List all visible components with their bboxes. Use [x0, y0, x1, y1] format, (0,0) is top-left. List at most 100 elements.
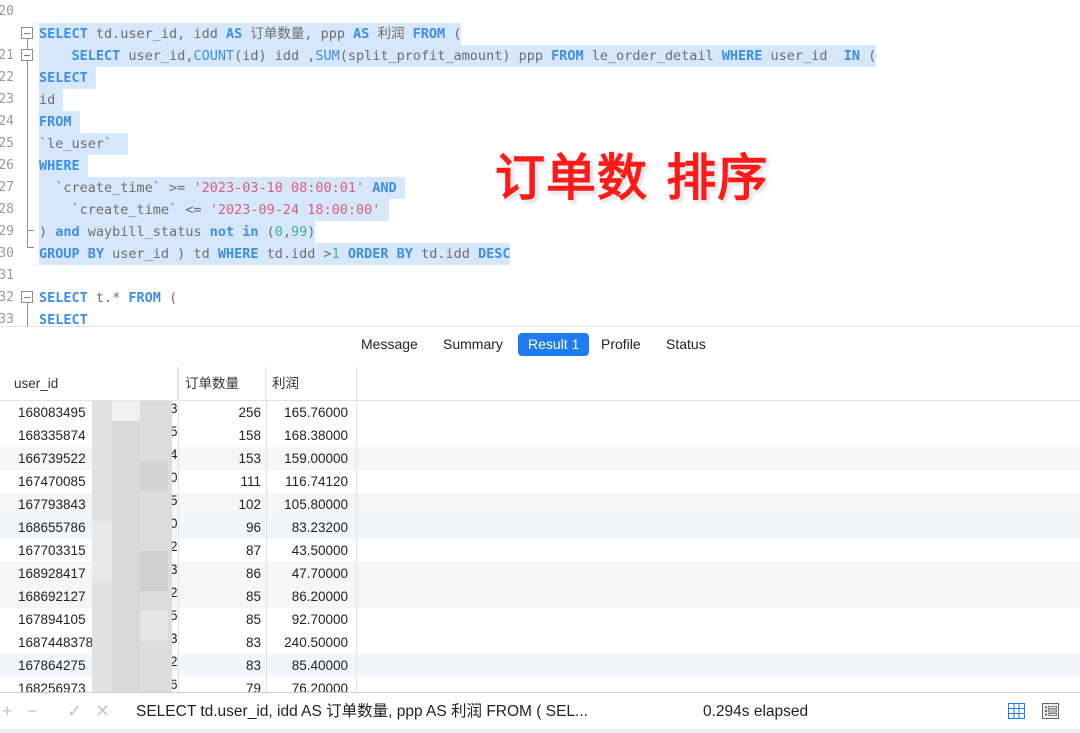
annotation-overlay-text: 订单数 排序 — [495, 149, 769, 207]
discard-changes-button[interactable]: ✕ — [95, 701, 110, 721]
code-token: ) — [39, 224, 56, 240]
cell-profit[interactable]: 116.74120 — [266, 470, 357, 493]
code-token: td.user_id, idd — [87, 26, 226, 42]
grid-view-icon[interactable] — [1008, 703, 1025, 719]
cell-order-count[interactable]: 83 — [178, 654, 266, 677]
tab-result-1[interactable]: Result 1 — [518, 333, 590, 356]
keyword: GROUP BY — [39, 246, 105, 262]
code-text: SELECT — [39, 67, 96, 89]
cell-order-count[interactable]: 83 — [178, 631, 266, 654]
cell-order-count[interactable]: 102 — [178, 493, 266, 516]
keyword: IN — [843, 48, 860, 64]
keyword: SELECT — [39, 312, 88, 326]
fold-toggle-icon[interactable] — [21, 49, 33, 61]
cell-order-count[interactable]: 85 — [178, 585, 266, 608]
code-text: `create_time` <= '2023-09-24 18:00:00' — [39, 199, 389, 221]
string-literal: '2023-09-24 18:00:00' — [209, 202, 381, 218]
code-token: `create_time` >= — [39, 180, 194, 196]
tab-message[interactable]: Message — [351, 333, 428, 356]
cell-profit[interactable]: 105.80000 — [266, 493, 357, 516]
cell-profit[interactable]: 168.38000 — [266, 424, 357, 447]
keyword: WHERE — [217, 246, 259, 262]
cell-order-count[interactable]: 256 — [178, 401, 266, 424]
cell-order-count[interactable]: 85 — [178, 608, 266, 631]
privacy-mosaic — [92, 401, 172, 692]
keyword: not in — [209, 224, 259, 240]
cell-profit[interactable]: 92.70000 — [266, 608, 357, 631]
code-line-21: 21 SELECT td.user_id, idd AS 订单数量, ppp A… — [0, 23, 1080, 63]
result-tab-bar: Message Summary Result 1 Profile Status — [0, 326, 1080, 368]
cell-profit[interactable]: 240.50000 — [266, 631, 357, 654]
keyword: SELECT — [71, 48, 121, 64]
apply-changes-button[interactable]: ✓ — [67, 701, 82, 721]
function-name: SUM — [315, 48, 340, 64]
code-token: td.idd > — [258, 246, 332, 262]
keyword: and — [55, 224, 80, 240]
keyword: FROM — [39, 114, 72, 130]
cell-profit[interactable]: 159.00000 — [266, 447, 357, 470]
fold-toggle-icon[interactable] — [21, 291, 33, 303]
code-token: , — [282, 224, 292, 240]
code-token: (id) idd , — [234, 48, 316, 64]
cell-order-count[interactable]: 96 — [178, 516, 266, 539]
code-line-30: 30 ) and waybill_status not in (0,99) — [0, 221, 1080, 261]
cell-profit[interactable]: 76.20000 — [266, 677, 357, 692]
code-text: `create_time` >= '2023-03-10 08:00:01' A… — [39, 177, 405, 199]
tab-summary[interactable]: Summary — [433, 333, 513, 356]
status-bar: + − ✓ ✕ SELECT td.user_id, idd AS 订单数量, … — [0, 692, 1080, 731]
cell-order-count[interactable]: 87 — [178, 539, 266, 562]
result-grid: user_id 订单数量 利润 168083495 3 256 165.76000 16… — [0, 367, 1080, 692]
code-token: user_id ) td — [104, 246, 218, 262]
cell-profit[interactable]: 85.40000 — [266, 654, 357, 677]
code-line-20: 20 — [0, 1, 1080, 23]
code-token: ( — [445, 26, 462, 42]
fold-toggle-icon[interactable] — [21, 27, 33, 39]
code-token: `create_time` <= — [39, 202, 210, 218]
column-header-profit[interactable]: 利润 — [266, 367, 357, 400]
cell-order-count[interactable]: 158 — [178, 424, 266, 447]
number-literal: 99 — [291, 224, 308, 240]
cell-order-count[interactable]: 86 — [178, 562, 266, 585]
tab-profile[interactable]: Profile — [591, 333, 651, 356]
code-token: 利润 — [369, 26, 413, 42]
code-line-34: 34 SELECT — [0, 309, 1080, 326]
keyword: SELECT — [39, 290, 88, 306]
code-line-22: 22 SELECT user_id,COUNT(id) idd ,SUM(spl… — [0, 45, 1080, 85]
code-line-31: 31 GROUP BY user_id ) td WHERE td.idd >1… — [0, 243, 1080, 283]
add-row-button[interactable]: + — [2, 701, 13, 721]
code-token: t.* — [87, 290, 129, 306]
code-text: `le_user` — [39, 133, 129, 155]
cell-profit[interactable]: 86.20000 — [266, 585, 357, 608]
cell-order-count[interactable]: 79 — [178, 677, 266, 692]
code-text: SELECT user_id,COUNT(id) idd ,SUM(split_… — [39, 45, 877, 67]
code-text: GROUP BY user_id ) td WHERE td.idd >1 OR… — [39, 243, 511, 265]
code-token: user_id, — [120, 48, 194, 64]
cell-profit[interactable]: 83.23200 — [266, 516, 357, 539]
grid-header: user_id 订单数量 利润 — [0, 367, 1080, 401]
code-line-25: 25 FROM — [0, 111, 1080, 151]
tab-status[interactable]: Status — [656, 333, 716, 356]
code-text: id — [39, 89, 64, 111]
sql-editor[interactable]: 20 21 SELECT td.user_id, idd AS 订单数量, pp… — [0, 0, 1080, 326]
cell-order-count[interactable]: 111 — [178, 470, 266, 493]
code-token: ) — [307, 224, 316, 240]
cell-profit[interactable]: 165.76000 — [266, 401, 357, 424]
cell-order-count[interactable]: 153 — [178, 447, 266, 470]
code-token: user_id — [762, 48, 844, 64]
executed-sql-text: SELECT td.user_id, idd AS 订单数量, ppp AS 利… — [136, 703, 588, 720]
keyword: SELECT — [39, 70, 88, 86]
column-header-order-count[interactable]: 订单数量 — [178, 367, 266, 400]
code-line-24: 24 id — [0, 89, 1080, 129]
keyword: DESC — [477, 246, 511, 262]
keyword: FROM — [128, 290, 161, 306]
cell-profit[interactable]: 43.50000 — [266, 539, 357, 562]
keyword: WHERE — [721, 48, 763, 64]
column-header-user-id[interactable]: user_id — [8, 367, 178, 400]
form-view-icon[interactable] — [1042, 703, 1059, 719]
code-token: ( — [859, 48, 877, 64]
delete-row-button[interactable]: − — [27, 701, 38, 721]
cell-profit[interactable]: 47.70000 — [266, 562, 357, 585]
elapsed-time: 0.294s elapsed — [703, 703, 809, 720]
